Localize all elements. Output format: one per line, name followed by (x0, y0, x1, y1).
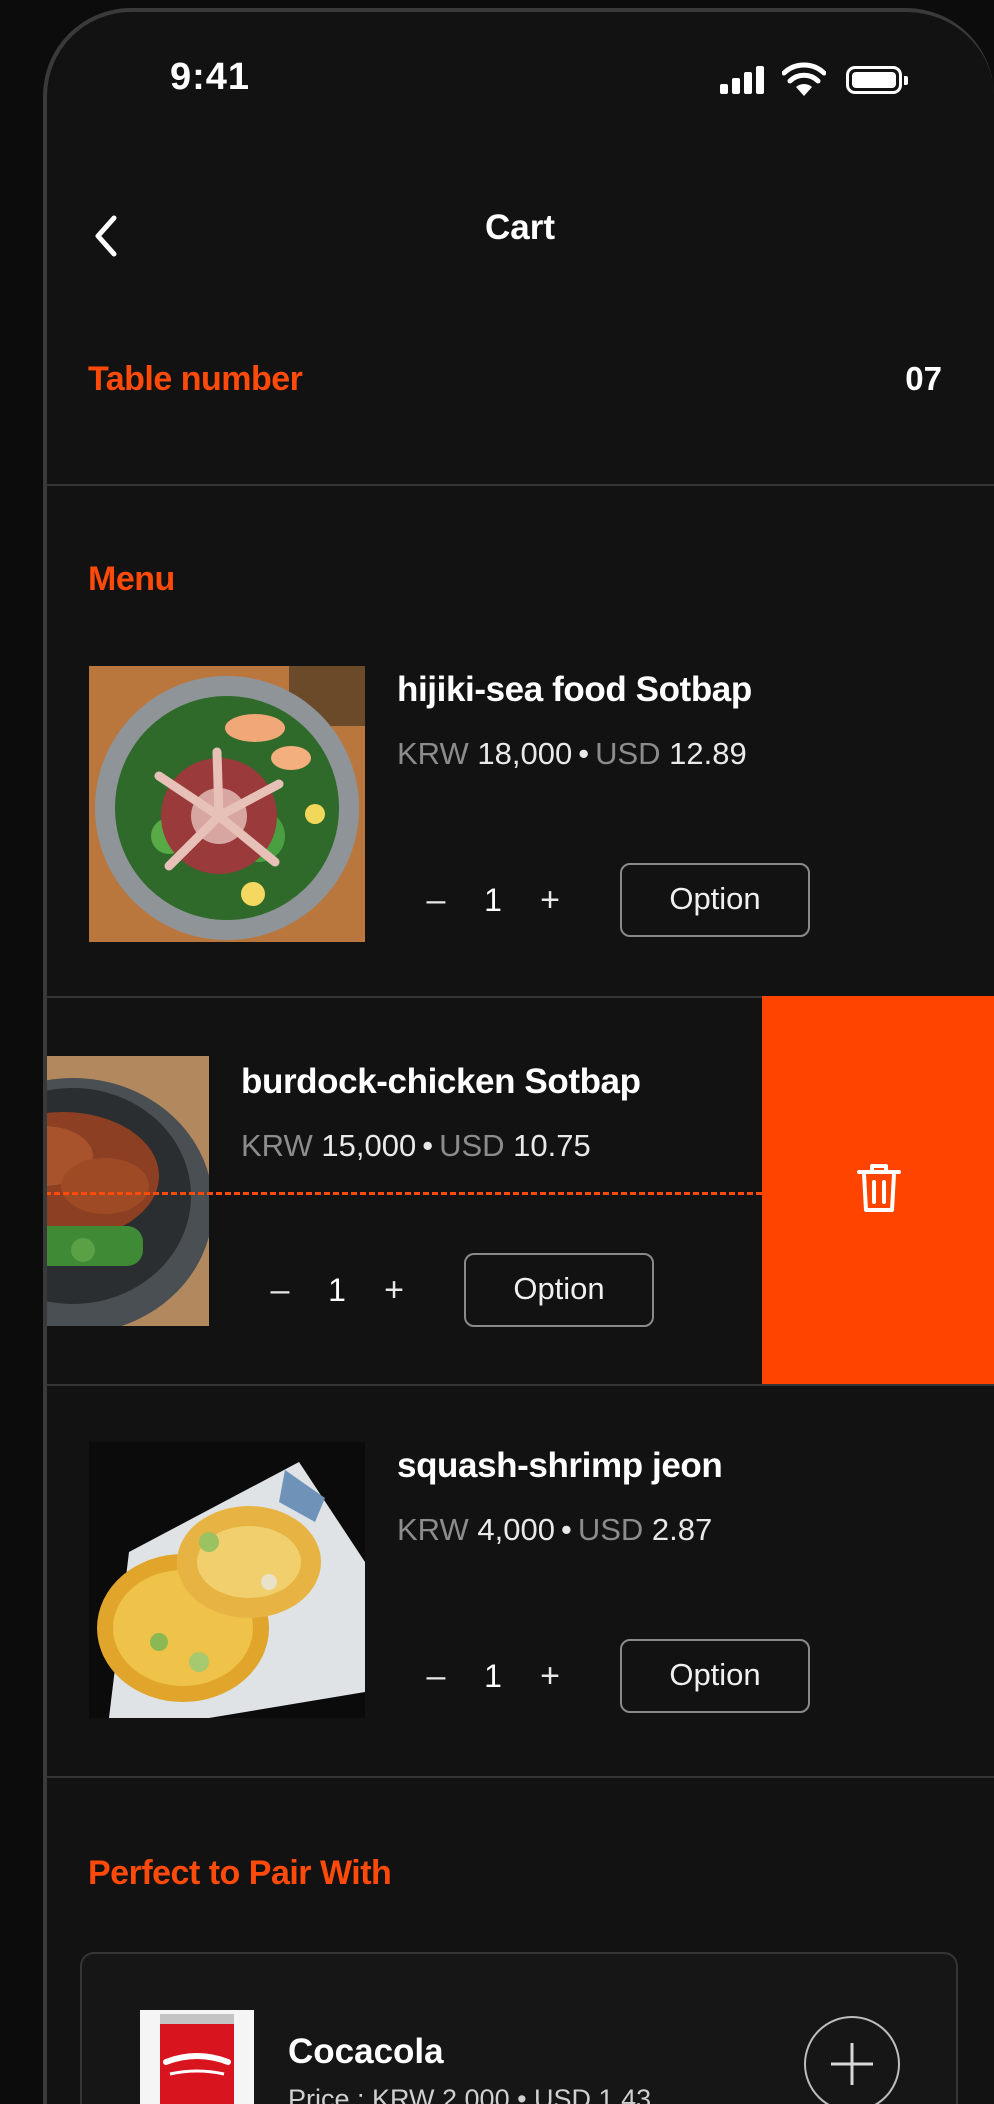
price-krw: 15,000 (321, 1128, 417, 1163)
price-krw: 18,000 (477, 736, 573, 771)
cart-item: squash-shrimp jeon KRW 4,000 • USD 2.87 – … (47, 1386, 994, 1772)
item-price: KRW 4,000 • USD 2.87 (397, 1512, 712, 1548)
price-krw: 4,000 (477, 1512, 555, 1547)
option-button[interactable]: Option (620, 863, 810, 937)
price-usd: 2.87 (651, 1512, 713, 1547)
table-number-value: 07 (905, 360, 942, 397)
item-name: burdock-chicken Sotbap (241, 1062, 641, 1101)
table-number-label: Table number (88, 360, 303, 398)
decrease-quantity-button[interactable]: – (411, 1651, 461, 1701)
trash-icon (857, 1164, 901, 1212)
pairing-card: Cocacola Price : KRW 2,000 • USD 1.43 (80, 1952, 958, 2104)
option-button[interactable]: Option (464, 1253, 654, 1327)
divider (47, 1776, 994, 1778)
delete-item-button[interactable] (762, 996, 994, 1384)
increase-quantity-button[interactable]: + (525, 875, 575, 925)
battery-icon (846, 66, 908, 94)
item-name: squash-shrimp jeon (397, 1446, 723, 1485)
quantity-value: 1 (484, 881, 502, 918)
cart-item: hijiki-sea food Sotbap KRW 18,000 • USD 12… (47, 610, 994, 996)
menu-section-label: Menu (88, 560, 175, 598)
currency-usd: USD (595, 736, 661, 771)
pairing-item-price: Price : KRW 2,000 • USD 1.43 (288, 2084, 652, 2104)
increase-quantity-button[interactable]: + (369, 1265, 419, 1315)
currency-krw: KRW (397, 736, 469, 771)
item-price: KRW 15,000 • USD 10.75 (241, 1128, 591, 1164)
quantity-stepper: – 1 + (411, 864, 575, 936)
cart-item-swiped[interactable]: burdock-chicken Sotbap KRW 15,000 • USD 10… (47, 996, 838, 1382)
status-time: 9:41 (170, 56, 251, 98)
page-title: Cart (484, 208, 556, 247)
decrease-quantity-button[interactable]: – (255, 1265, 305, 1315)
currency-krw: KRW (241, 1128, 313, 1163)
status-icons (720, 62, 910, 98)
option-button[interactable]: Option (620, 1639, 810, 1713)
phone-frame: 9:41 Cart Table number 07 Menu hijiki-se… (43, 8, 994, 2104)
pairing-section-label: Perfect to Pair With (88, 1854, 392, 1892)
price-separator: • (578, 736, 590, 771)
currency-usd: USD (577, 1512, 644, 1547)
divider (47, 484, 994, 486)
item-price: KRW 18,000 • USD 12.89 (397, 736, 747, 772)
quantity-value: 1 (328, 1271, 346, 1308)
food-photo-burdock-sotbap (47, 1056, 209, 1326)
food-photo-hijiki-sotbap (89, 666, 365, 942)
increase-quantity-button[interactable]: + (525, 1651, 575, 1701)
quantity-stepper: – 1 + (411, 1640, 575, 1712)
swipe-guide-line (47, 1192, 762, 1195)
currency-krw: KRW (397, 1512, 469, 1547)
item-name: hijiki-sea food Sotbap (397, 670, 752, 709)
plus-circle-icon[interactable] (804, 2016, 900, 2104)
chevron-left-icon[interactable] (84, 210, 128, 262)
price-usd: 10.75 (513, 1128, 591, 1163)
signal-icon (720, 66, 766, 94)
food-photo-squash-jeon (89, 1442, 365, 1718)
price-separator: • (422, 1128, 434, 1163)
quantity-value: 1 (484, 1657, 502, 1694)
cocacola-can-image (140, 2010, 254, 2104)
quantity-stepper: – 1 + (255, 1254, 419, 1326)
price-separator: • (560, 1512, 572, 1547)
price-usd: 12.89 (669, 736, 747, 771)
decrease-quantity-button[interactable]: – (411, 875, 461, 925)
pairing-item-name: Cocacola (288, 2032, 444, 2071)
currency-usd: USD (439, 1128, 505, 1163)
wifi-icon (782, 62, 826, 96)
